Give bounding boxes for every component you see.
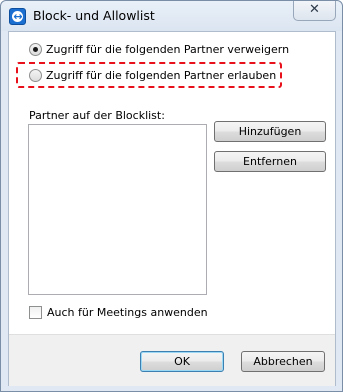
title-bar[interactable]: Block- und Allowlist ✕ xyxy=(1,1,342,31)
deny-option[interactable]: Zugriff für die folgenden Partner verwei… xyxy=(29,41,289,57)
cancel-button[interactable]: Abbrechen xyxy=(241,351,325,372)
block-allowlist-dialog: Block- und Allowlist ✕ Zugriff für die f… xyxy=(0,0,343,392)
blocklist-listbox[interactable] xyxy=(28,124,207,295)
blocklist-label: Partner auf der Blocklist: xyxy=(29,109,165,122)
add-button[interactable]: Hinzufügen xyxy=(214,121,326,142)
window-title: Block- und Allowlist xyxy=(33,8,155,23)
allow-radio[interactable] xyxy=(29,68,42,82)
meetings-checkbox-label: Auch für Meetings anwenden xyxy=(47,306,208,319)
dialog-body: Zugriff für die folgenden Partner verwei… xyxy=(8,31,336,386)
remove-button[interactable]: Entfernen xyxy=(214,151,326,172)
ok-button[interactable]: OK xyxy=(140,351,224,372)
close-button[interactable]: ✕ xyxy=(293,1,336,21)
meetings-checkbox[interactable] xyxy=(29,306,42,319)
deny-radio[interactable] xyxy=(29,42,42,56)
teamviewer-icon xyxy=(9,8,26,25)
allow-option[interactable]: Zugriff für die folgenden Partner erlaub… xyxy=(29,67,276,83)
deny-radio-label: Zugriff für die folgenden Partner verwei… xyxy=(46,42,290,56)
allow-radio-label: Zugriff für die folgenden Partner erlaub… xyxy=(46,68,277,82)
dialog-footer: OK Abbrechen xyxy=(9,334,335,386)
meetings-option[interactable]: Auch für Meetings anwenden xyxy=(29,306,208,319)
